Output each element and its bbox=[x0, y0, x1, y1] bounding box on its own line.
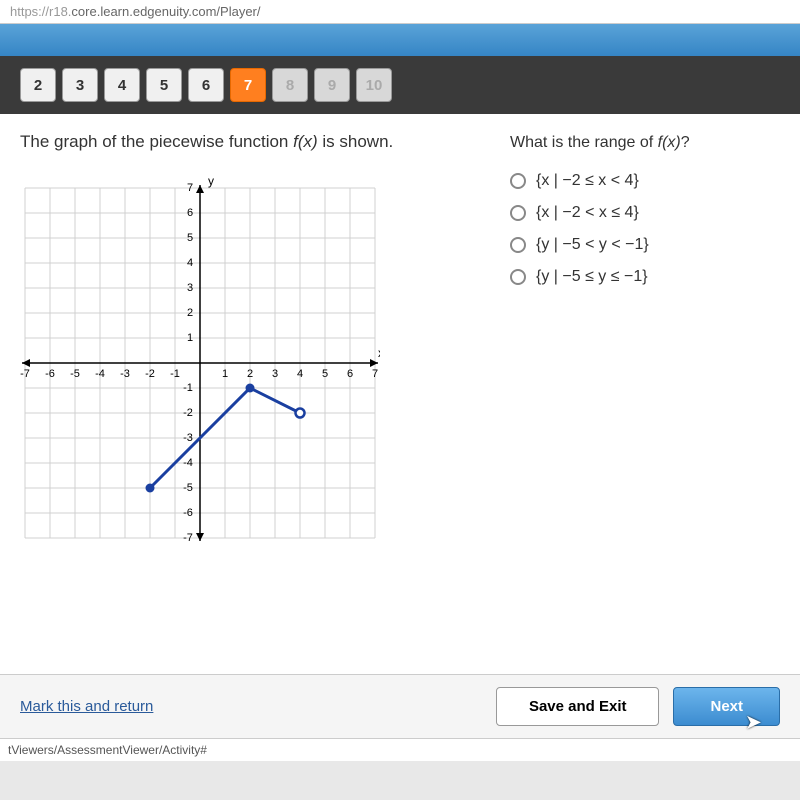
svg-text:6: 6 bbox=[347, 368, 353, 380]
question-pre: What is the range of bbox=[510, 134, 658, 151]
svg-text:y: y bbox=[208, 174, 214, 188]
svg-text:-3: -3 bbox=[183, 432, 193, 444]
question-fx: f(x) bbox=[658, 134, 681, 151]
nav-item-9: 9 bbox=[314, 68, 350, 102]
svg-text:2: 2 bbox=[187, 307, 193, 319]
svg-text:4: 4 bbox=[187, 257, 193, 269]
option-2[interactable]: {x | −2 < x ≤ 4} bbox=[510, 204, 780, 222]
radio-icon bbox=[510, 173, 526, 189]
svg-text:5: 5 bbox=[187, 232, 193, 244]
nav-item-6[interactable]: 6 bbox=[188, 68, 224, 102]
svg-text:-7: -7 bbox=[20, 368, 30, 380]
question-post: ? bbox=[681, 134, 690, 151]
svg-text:-1: -1 bbox=[183, 382, 193, 394]
nav-item-4[interactable]: 4 bbox=[104, 68, 140, 102]
question-text: What is the range of f(x)? bbox=[510, 134, 780, 152]
footer-buttons: Save and Exit Next➤ bbox=[496, 687, 780, 726]
nav-item-2[interactable]: 2 bbox=[20, 68, 56, 102]
svg-text:x: x bbox=[378, 346, 380, 360]
option-label: {x | −2 < x ≤ 4} bbox=[536, 204, 639, 222]
prompt-pre: The graph of the piecewise function bbox=[20, 132, 293, 151]
url-domain: core.learn.edgenuity.com/Player/ bbox=[71, 4, 260, 19]
save-exit-button[interactable]: Save and Exit bbox=[496, 687, 660, 726]
svg-text:-4: -4 bbox=[95, 368, 105, 380]
svg-text:5: 5 bbox=[322, 368, 328, 380]
mark-return-link[interactable]: Mark this and return bbox=[20, 698, 153, 715]
option-3[interactable]: {y | −5 < y < −1} bbox=[510, 236, 780, 254]
svg-text:-6: -6 bbox=[183, 507, 193, 519]
svg-text:-7: -7 bbox=[183, 532, 193, 544]
option-4[interactable]: {y | −5 ≤ y ≤ −1} bbox=[510, 268, 780, 286]
svg-text:7: 7 bbox=[187, 182, 193, 194]
svg-text:4: 4 bbox=[297, 368, 303, 380]
radio-icon bbox=[510, 237, 526, 253]
content-area: The graph of the piecewise function f(x)… bbox=[0, 114, 800, 674]
header-band bbox=[0, 24, 800, 56]
svg-text:6: 6 bbox=[187, 207, 193, 219]
svg-text:-3: -3 bbox=[120, 368, 130, 380]
svg-text:-5: -5 bbox=[70, 368, 80, 380]
footer: Mark this and return Save and Exit Next➤ bbox=[0, 674, 800, 738]
svg-text:-2: -2 bbox=[145, 368, 155, 380]
svg-text:-1: -1 bbox=[170, 368, 180, 380]
svg-text:7: 7 bbox=[372, 368, 378, 380]
option-label: {y | −5 ≤ y ≤ −1} bbox=[536, 268, 648, 286]
prompt-post: is shown. bbox=[318, 132, 394, 151]
svg-text:3: 3 bbox=[272, 368, 278, 380]
radio-icon bbox=[510, 205, 526, 221]
nav-item-8: 8 bbox=[272, 68, 308, 102]
question-nav: 2 3 4 5 6 7 8 9 10 bbox=[0, 56, 800, 114]
nav-item-5[interactable]: 5 bbox=[146, 68, 182, 102]
url-prefix: https://r18. bbox=[10, 4, 71, 19]
nav-item-10: 10 bbox=[356, 68, 392, 102]
svg-text:-2: -2 bbox=[183, 407, 193, 419]
status-bar: tViewers/AssessmentViewer/Activity# bbox=[0, 738, 800, 761]
next-button[interactable]: Next➤ bbox=[673, 687, 780, 726]
cursor-icon: ➤ bbox=[746, 712, 761, 733]
option-label: {y | −5 < y < −1} bbox=[536, 236, 649, 254]
graph-svg: -7 -6 -5 -4 -3 -2 -1 1 2 3 4 5 6 7 7 6 5 4 3 2 1 -1 -2 -3 -4 -… bbox=[20, 168, 380, 558]
url-bar: https://r18.core.learn.edgenuity.com/Pla… bbox=[0, 0, 800, 24]
svg-text:-6: -6 bbox=[45, 368, 55, 380]
svg-text:1: 1 bbox=[222, 368, 228, 380]
svg-text:-5: -5 bbox=[183, 482, 193, 494]
left-pane: The graph of the piecewise function f(x)… bbox=[20, 132, 480, 656]
option-1[interactable]: {x | −2 ≤ x < 4} bbox=[510, 172, 780, 190]
svg-text:1: 1 bbox=[187, 332, 193, 344]
graph: -7 -6 -5 -4 -3 -2 -1 1 2 3 4 5 6 7 7 6 5 4 3 2 1 -1 -2 -3 -4 -… bbox=[20, 168, 380, 558]
answer-options: {x | −2 ≤ x < 4} {x | −2 < x ≤ 4} {y | −… bbox=[510, 172, 780, 286]
status-text: tViewers/AssessmentViewer/Activity# bbox=[8, 743, 207, 757]
next-label: Next bbox=[710, 698, 743, 715]
svg-text:-4: -4 bbox=[183, 457, 193, 469]
svg-text:3: 3 bbox=[187, 282, 193, 294]
nav-item-7[interactable]: 7 bbox=[230, 68, 266, 102]
prompt-fx: f(x) bbox=[293, 132, 318, 151]
prompt-text: The graph of the piecewise function f(x)… bbox=[20, 132, 480, 152]
option-label: {x | −2 ≤ x < 4} bbox=[536, 172, 639, 190]
nav-item-3[interactable]: 3 bbox=[62, 68, 98, 102]
radio-icon bbox=[510, 269, 526, 285]
right-pane: What is the range of f(x)? {x | −2 ≤ x <… bbox=[510, 132, 780, 656]
svg-text:2: 2 bbox=[247, 368, 253, 380]
